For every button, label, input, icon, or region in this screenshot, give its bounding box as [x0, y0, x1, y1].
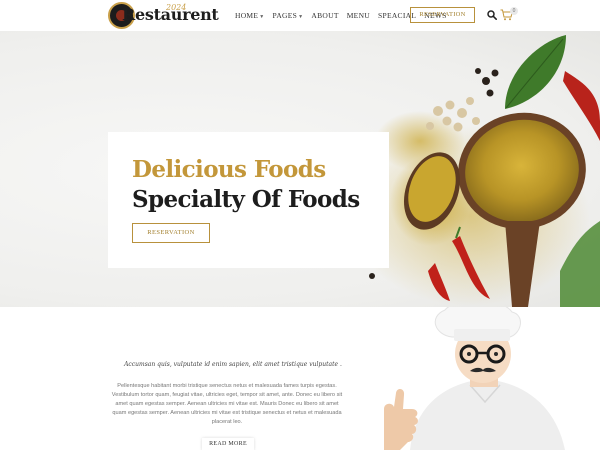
about-tagline: Accumsan quis, vulputate id enim sapien,…	[124, 361, 342, 368]
about-section: Accumsan quis, vulputate id enim sapien,…	[0, 307, 600, 450]
brand-logo[interactable]: Restaurent 2024	[108, 2, 219, 29]
nav-item-about[interactable]: ABOUT	[311, 11, 338, 20]
reservation-button[interactable]: RESERVATION	[410, 7, 475, 23]
logo-script-text: 2024	[166, 3, 187, 12]
hero-title: Delicious Foods	[132, 156, 326, 183]
hero-section: Delicious Foods Specialty Of Foods RESER…	[0, 31, 600, 307]
site-header: Restaurent 2024 HOME▼ PAGES▼ ABOUT MENU …	[0, 0, 600, 31]
nav-item-pages[interactable]: PAGES▼	[273, 11, 304, 20]
cart-count-badge: 0	[510, 7, 518, 15]
nav-item-home[interactable]: HOME▼	[235, 11, 265, 20]
hero-reservation-button[interactable]: RESERVATION	[132, 223, 210, 243]
about-body: Pellentesque habitant morbi tristique se…	[111, 383, 343, 425]
nav-item-menu[interactable]: MENU	[347, 11, 370, 20]
search-icon[interactable]	[487, 10, 497, 20]
read-more-button[interactable]: READ MORE	[202, 438, 254, 450]
hero-card: Delicious Foods Specialty Of Foods RESER…	[108, 132, 389, 268]
chevron-down-icon: ▼	[298, 15, 304, 20]
chevron-down-icon: ▼	[259, 15, 265, 20]
chef-image	[384, 307, 565, 450]
hero-subtitle: Specialty Of Foods	[132, 186, 360, 213]
